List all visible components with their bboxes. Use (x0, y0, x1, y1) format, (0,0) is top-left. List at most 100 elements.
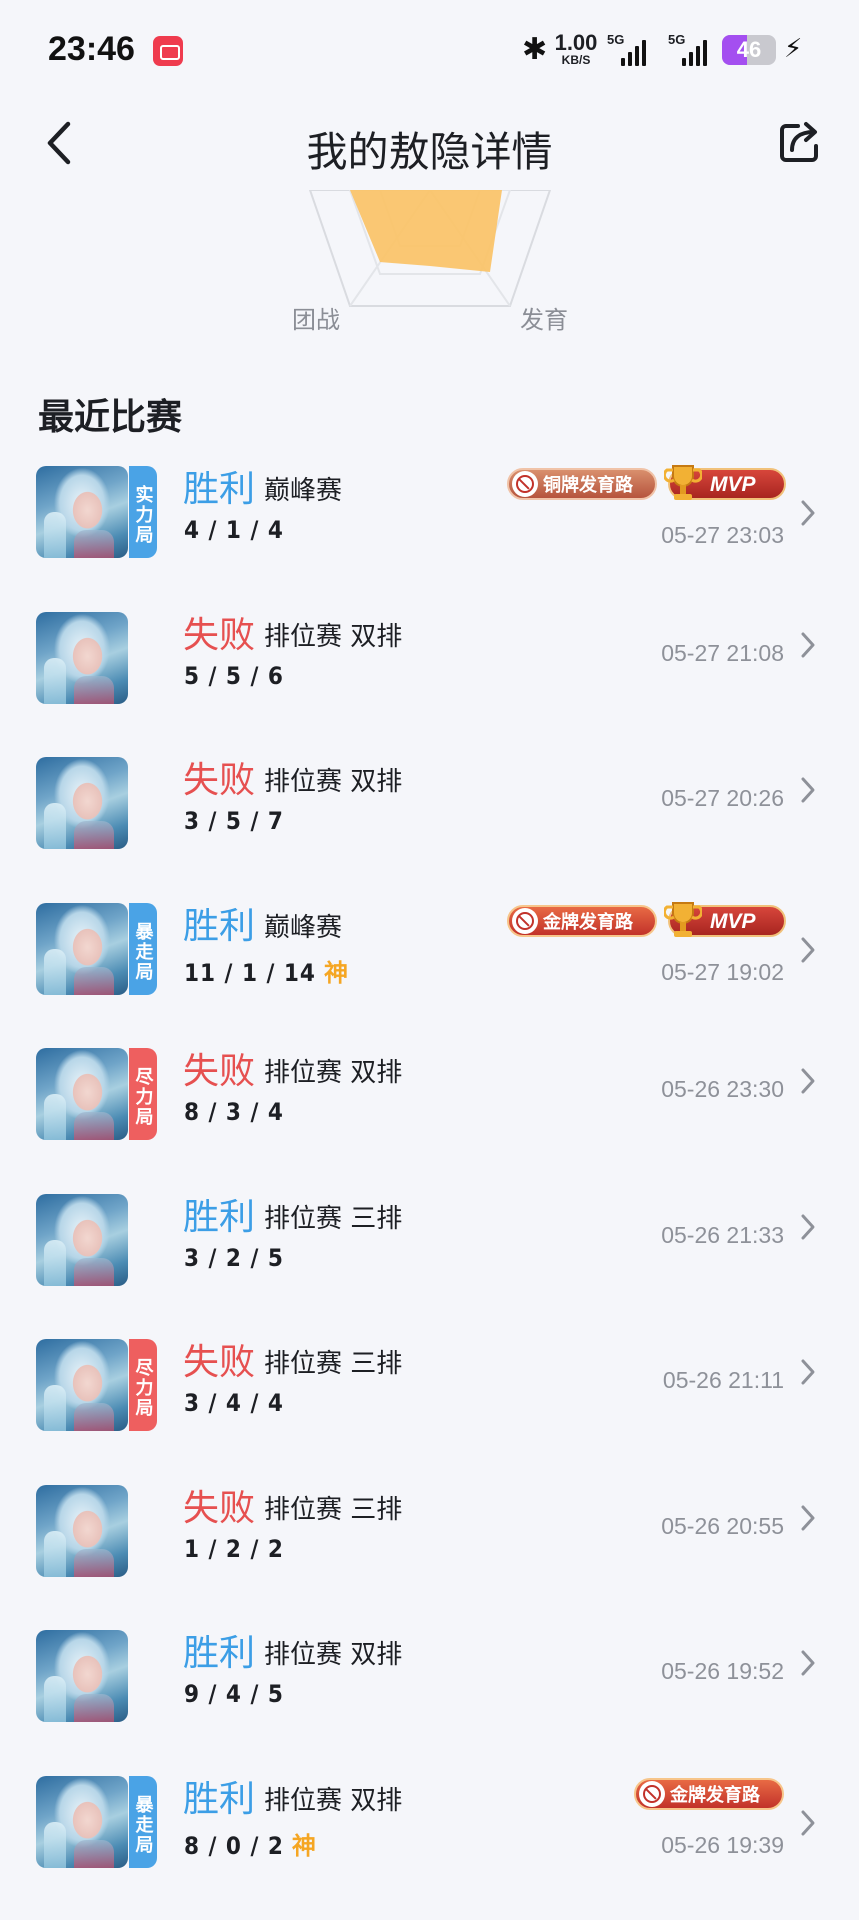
match-row[interactable]: 暴走局 胜利 排位赛 双排 8 / 0 / 2 神 金牌发育路 05-26 19:39 (0, 1762, 859, 1907)
chevron-right-icon (801, 1650, 815, 1676)
hero-avatar (36, 1193, 128, 1286)
share-button[interactable] (778, 120, 822, 164)
match-result: 失败 (183, 760, 256, 801)
match-type: 排位赛 双排 (264, 767, 403, 797)
match-row[interactable]: 实力局 胜利 巅峰赛 4 / 1 / 4 铜牌发育路 MVP 05-27 23:03 (0, 452, 859, 597)
hero-avatar (36, 1339, 128, 1431)
no-symbol-icon (512, 907, 538, 934)
mvp-badge: MVP (664, 901, 786, 937)
kda-value: 9 / 4 / 5 (184, 1680, 284, 1708)
match-time: 05-26 21:33 (661, 1221, 784, 1248)
battery-level: 46 (736, 37, 762, 62)
chevron-right-icon (801, 1505, 815, 1530)
match-time: 05-27 21:08 (661, 639, 784, 666)
match-type: 排位赛 双排 (264, 621, 403, 652)
god-label: 神 (323, 958, 349, 987)
match-result: 胜利 (183, 1633, 256, 1674)
network-speed-unit: KB/S (561, 53, 591, 67)
kda-value: 8 / 0 / 2 (184, 1831, 284, 1860)
kda-value: 11 / 1 / 14 (184, 958, 316, 987)
trophy-icon (664, 465, 702, 500)
match-time: 05-26 19:52 (661, 1658, 784, 1684)
match-kda: 11 / 1 / 14 神 (184, 953, 349, 988)
match-time: 05-26 19:39 (661, 1831, 784, 1858)
match-kda: 3 / 4 / 4 (184, 1389, 284, 1417)
chevron-right-icon (801, 937, 815, 962)
position-medal-badge: 铜牌发育路 (507, 468, 657, 500)
match-result: 失败 (183, 1051, 256, 1092)
radar-label-development: 发育 (520, 306, 568, 334)
god-label: 神 (291, 1831, 317, 1860)
status-time: 23:46 (48, 30, 135, 68)
signal-strength-icon-2: 5G (668, 32, 712, 66)
medal-label: 铜牌发育路 (543, 475, 633, 496)
match-type: 排位赛 双排 (264, 1640, 403, 1670)
match-row[interactable]: 失败 排位赛 三排 1 / 2 / 2 05-26 20:55 (0, 1471, 859, 1616)
performance-tag: 尽力局 (129, 1048, 157, 1140)
chevron-right-icon (801, 1810, 815, 1835)
bluetooth-icon: ✱ (522, 32, 548, 67)
hero-avatar (36, 1048, 128, 1140)
chevron-right-icon (801, 500, 815, 526)
match-result: 失败 (183, 1342, 256, 1383)
trophy-icon (664, 901, 702, 937)
match-type: 巅峰赛 (264, 476, 343, 506)
match-result: 胜利 (183, 469, 256, 510)
mvp-badge: MVP (664, 465, 786, 500)
radar-fill-polygon (350, 190, 502, 272)
performance-tag: 暴走局 (129, 1775, 157, 1868)
chevron-right-icon (801, 1359, 815, 1385)
match-type: 排位赛 三排 (264, 1203, 403, 1234)
chevron-right-icon (801, 1214, 815, 1239)
match-result: 胜利 (183, 1196, 256, 1238)
kda-value: 3 / 4 / 4 (184, 1389, 284, 1417)
match-row[interactable]: 失败 排位赛 双排 3 / 5 / 7 05-27 20:26 (0, 743, 859, 888)
no-symbol-icon (512, 471, 538, 497)
hero-avatar (36, 1484, 128, 1577)
kda-value: 4 / 1 / 4 (184, 516, 284, 544)
match-row[interactable]: 尽力局 失败 排位赛 双排 8 / 3 / 4 05-26 23:30 (0, 1034, 859, 1179)
match-time: 05-26 23:30 (661, 1076, 784, 1102)
hero-avatar (36, 902, 128, 995)
match-time: 05-27 19:02 (661, 958, 784, 985)
kda-value: 3 / 5 / 7 (184, 807, 284, 835)
match-kda: 3 / 5 / 7 (184, 807, 284, 835)
match-row[interactable]: 暴走局 胜利 巅峰赛 11 / 1 / 14 神 金牌发育路 MVP 05-27 19:02 (0, 889, 859, 1034)
match-kda: 5 / 5 / 6 (184, 662, 284, 690)
page-title: 我的敖隐详情 (306, 128, 553, 176)
match-row[interactable]: 尽力局 失败 排位赛 三排 3 / 4 / 4 05-26 21:11 (0, 1325, 859, 1470)
match-kda: 1 / 2 / 2 (184, 1535, 284, 1563)
kda-value: 5 / 5 / 6 (184, 661, 284, 690)
no-symbol-icon (639, 1780, 665, 1807)
performance-tag: 实力局 (129, 466, 157, 558)
match-result: 失败 (183, 614, 256, 656)
status-bar: 23:46 ✱ 1.00 KB/S 5G 5G 46 ⚡ (0, 0, 859, 100)
match-row[interactable]: 胜利 排位赛 三排 3 / 2 / 5 05-26 21:33 (0, 1180, 859, 1325)
kda-value: 1 / 2 / 2 (184, 1534, 284, 1563)
kda-value: 8 / 3 / 4 (184, 1098, 284, 1126)
match-type: 排位赛 三排 (264, 1349, 403, 1379)
match-row[interactable]: 胜利 排位赛 双排 9 / 4 / 5 05-26 19:52 (0, 1616, 859, 1761)
chevron-right-icon (801, 1068, 815, 1094)
network-speed: 1.00 KB/S (553, 30, 599, 67)
network-speed-value: 1.00 (554, 30, 598, 55)
match-kda: 8 / 0 / 2神 (184, 1826, 317, 1861)
mvp-label: MVP (710, 473, 756, 496)
app-notification-icon (153, 36, 183, 66)
position-medal-badge: 金牌发育路 (507, 904, 657, 937)
match-kda: 4 / 1 / 4 (184, 516, 284, 544)
chevron-right-icon (801, 777, 815, 803)
hero-avatar (36, 466, 128, 558)
medal-label: 金牌发育路 (543, 911, 633, 933)
match-kda: 8 / 3 / 4 (184, 1098, 284, 1126)
match-time: 05-27 20:26 (661, 785, 784, 811)
performance-tag: 尽力局 (129, 1339, 157, 1431)
hero-avatar (36, 757, 128, 849)
match-row[interactable]: 失败 排位赛 双排 5 / 5 / 6 05-27 21:08 (0, 598, 859, 743)
match-type: 排位赛 双排 (264, 1785, 403, 1816)
mvp-label: MVP (710, 909, 756, 933)
share-icon (780, 122, 818, 162)
match-time: 05-27 23:03 (661, 522, 784, 548)
hero-avatar (36, 1630, 128, 1722)
performance-tag: 暴走局 (129, 902, 157, 995)
